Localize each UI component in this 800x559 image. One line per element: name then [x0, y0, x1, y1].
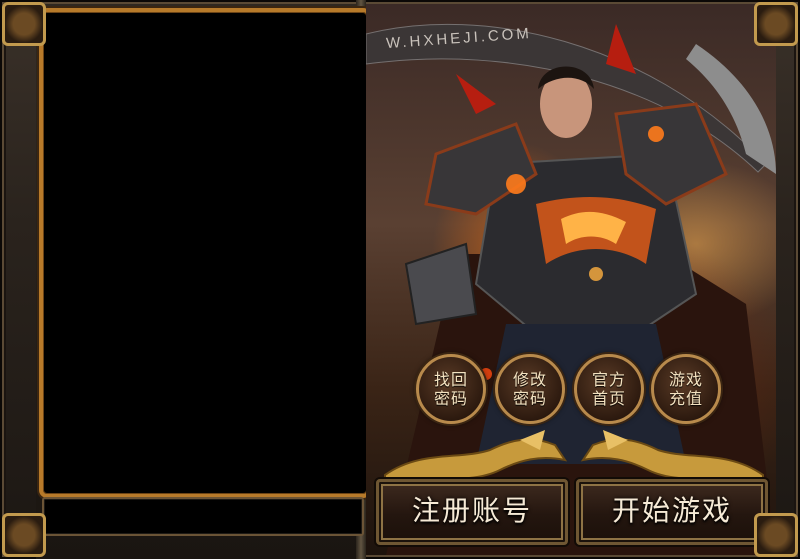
start-game-button[interactable]: 开始游戏: [576, 479, 768, 545]
corner-ornament: [754, 2, 798, 46]
corner-ornament: [754, 513, 798, 557]
status-bar: [42, 497, 364, 536]
notice-board: [39, 8, 371, 498]
register-account-button[interactable]: 注册账号: [376, 479, 568, 545]
official-homepage-button[interactable]: 官方 首页: [574, 354, 644, 424]
register-account-label: 注册账号: [411, 494, 532, 527]
dragon-ornament-right: [580, 430, 764, 482]
dragon-ornament-left: [384, 430, 568, 482]
recover-password-button[interactable]: 找回 密码: [416, 354, 486, 424]
round-button-label: 官方 首页: [591, 370, 626, 408]
round-button-label: 游戏 充值: [668, 370, 703, 408]
start-game-label: 开始游戏: [611, 494, 732, 527]
round-button-label: 修改 密码: [512, 370, 547, 408]
change-password-button[interactable]: 修改 密码: [495, 354, 565, 424]
round-button-label: 找回 密码: [433, 370, 468, 408]
corner-ornament: [2, 513, 46, 557]
game-recharge-button[interactable]: 游戏 充值: [651, 354, 721, 424]
corner-ornament: [2, 2, 46, 46]
